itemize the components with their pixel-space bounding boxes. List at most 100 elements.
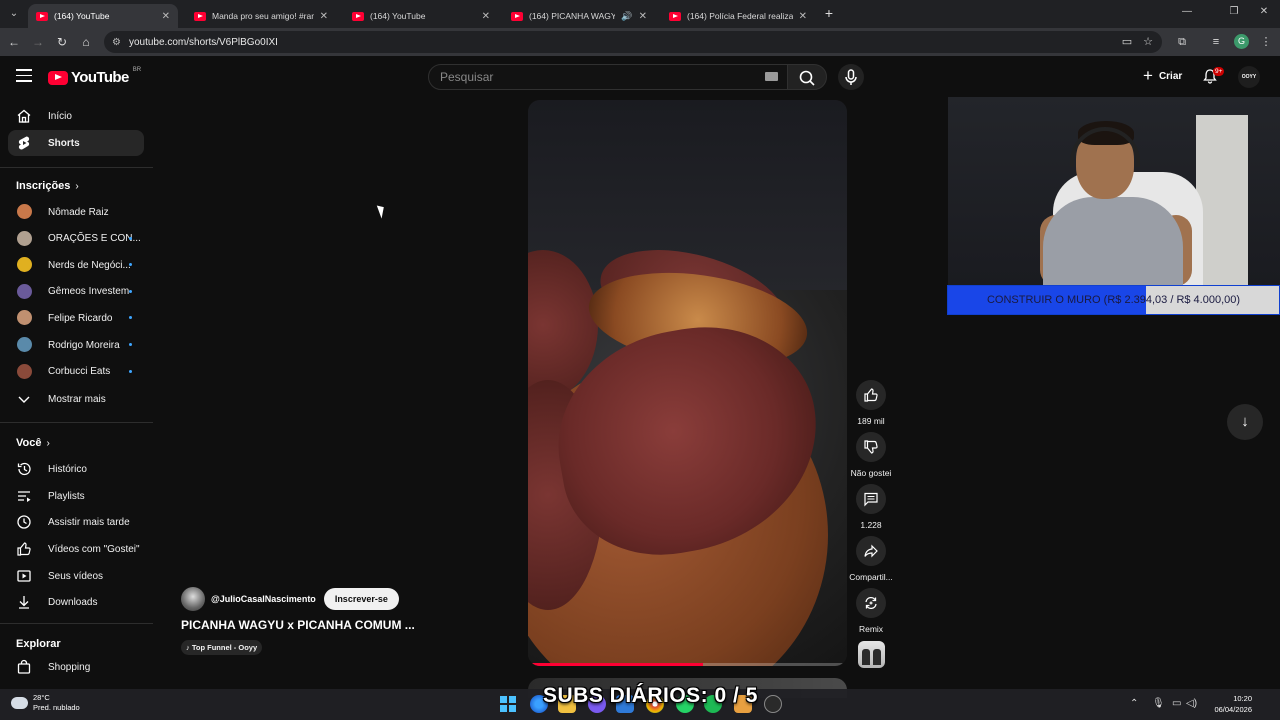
chevron-down-icon (18, 396, 30, 403)
subscribe-button[interactable]: Inscrever-se (323, 588, 399, 610)
sidebar-item-subscription[interactable]: Nômade Raiz (8, 199, 144, 225)
video-progress-bar[interactable] (528, 663, 847, 666)
sidebar-item-home[interactable]: Início (8, 103, 144, 129)
short-video-player[interactable] (528, 100, 847, 666)
new-tab-button[interactable]: + (821, 5, 837, 21)
watch-later-icon (17, 515, 31, 529)
chrome-menu-icon[interactable]: ⋮ (1258, 34, 1274, 50)
sidebar-item-subscription[interactable]: Rodrigo Moreira (8, 332, 144, 358)
browser-tab[interactable]: (164) Polícia Federal realiza ope ✕ (661, 4, 815, 28)
short-title[interactable]: PICANHA WAGYU x PICANHA COMUM ... (181, 618, 415, 632)
voice-search-button[interactable] (838, 64, 864, 90)
tab-close-icon[interactable]: ✕ (639, 11, 647, 22)
weather-widget[interactable]: 28°C Pred. nublado (11, 692, 80, 713)
youtube-logo-text: YouTube (71, 69, 129, 86)
menu-icon[interactable] (16, 69, 32, 83)
address-bar[interactable]: ⚙ youtube.com/shorts/V6PlBGo0IXI (104, 31, 1162, 53)
share-button[interactable] (856, 536, 886, 566)
bookmark-star-icon[interactable]: ☆ (1140, 34, 1156, 50)
browser-tab[interactable]: Manda pro seu amigo! #ram #c ✕ (186, 4, 336, 28)
sound-name: Top Funnel - Ooyy (191, 643, 258, 652)
dislike-button[interactable] (856, 432, 886, 462)
tab-close-icon[interactable]: ✕ (799, 11, 807, 22)
keyboard-icon[interactable] (765, 72, 778, 81)
forward-icon[interactable]: → (30, 34, 46, 50)
youtube-logo[interactable]: YouTube BR (48, 67, 142, 86)
extensions-icon[interactable]: ⧉ (1174, 34, 1190, 50)
subscriptions-heading[interactable]: Inscrições › (16, 180, 79, 192)
tab-search-icon[interactable]: ⌄ (6, 6, 22, 22)
back-icon[interactable]: ← (6, 34, 22, 50)
browser-tab[interactable]: (164) YouTube ✕ (28, 4, 178, 28)
channel-name[interactable]: @JulioCasalNascimento (211, 594, 316, 604)
tab-title: (164) YouTube (370, 11, 426, 21)
sidebar-item-downloads[interactable]: Downloads (8, 589, 144, 615)
next-short-button[interactable]: ↓ (1227, 404, 1263, 440)
notification-badge: 9+ (1213, 67, 1225, 76)
reload-icon[interactable]: ↻ (54, 34, 70, 50)
browser-tab[interactable]: (164) YouTube ✕ (344, 4, 498, 28)
close-window-icon[interactable]: ✕ (1257, 6, 1271, 17)
mouse-cursor (376, 203, 388, 219)
browser-tab[interactable]: (164) PICANHA WAGYU x P 🔊 ✕ (503, 4, 655, 28)
sidebar-item-label: ORAÇÕES E CON... (48, 233, 141, 245)
tray-network-icon[interactable]: ▭ (1172, 698, 1181, 709)
obs-icon[interactable] (764, 695, 782, 713)
minimize-icon[interactable]: — (1180, 6, 1194, 17)
comments-button[interactable] (856, 484, 886, 514)
show-more-button[interactable]: Mostrar mais (8, 386, 144, 412)
sound-thumbnail[interactable] (858, 641, 885, 668)
sidebar-item-playlists[interactable]: Playlists (8, 483, 144, 509)
sidebar-item-your-videos[interactable]: Seus vídeos (8, 563, 144, 589)
channel-avatar (17, 257, 32, 273)
media-controls-icon[interactable]: ≡ (1208, 34, 1224, 50)
create-button[interactable]: + Criar (1135, 64, 1193, 88)
tray-mic-icon[interactable]: 🎙 (1152, 698, 1165, 709)
sidebar-item-shorts[interactable]: Shorts (8, 130, 144, 156)
comment-icon (864, 492, 878, 507)
search-button[interactable] (787, 64, 827, 90)
restore-icon[interactable]: ❐ (1227, 6, 1241, 17)
sidebar-item-label: Downloads (48, 596, 98, 608)
cast-icon[interactable]: ▭ (1119, 34, 1135, 50)
sidebar-item-subscription[interactable]: Felipe Ricardo (8, 305, 144, 331)
weather-temp: 28°C (33, 693, 50, 702)
channel-avatar[interactable] (181, 587, 205, 611)
daily-subs-counter: SUBS DIÁRIOS: 0 / 5 (543, 684, 758, 707)
weather-text: 28°C Pred. nublado (33, 693, 80, 713)
sidebar-item-subscription[interactable]: Corbucci Eats (8, 359, 144, 385)
home-button-icon[interactable]: ⌂ (78, 34, 94, 50)
sidebar-item-subscription[interactable]: ORAÇÕES E CON... (8, 226, 144, 252)
sidebar-item-liked-videos[interactable]: Vídeos com "Gostei" (8, 536, 144, 562)
remix-button[interactable] (856, 588, 886, 618)
new-content-dot (129, 369, 132, 373)
search-input[interactable]: Pesquisar (428, 64, 788, 90)
tray-volume-icon[interactable]: ◁) (1186, 698, 1197, 709)
tab-title: Manda pro seu amigo! #ram #c (212, 11, 314, 21)
sidebar-item-label: Rodrigo Moreira (48, 339, 120, 351)
chrome-profile-avatar[interactable]: G (1234, 34, 1249, 49)
tab-close-icon[interactable]: ✕ (482, 11, 490, 22)
country-code: BR (132, 67, 142, 73)
sidebar-item-shopping[interactable]: Shopping (8, 654, 144, 680)
tab-close-icon[interactable]: ✕ (162, 11, 170, 22)
taskbar-clock[interactable]: 10:20 06/04/2026 (1204, 693, 1252, 715)
windows-start-icon[interactable] (500, 696, 516, 712)
speaker-icon[interactable]: 🔊 (621, 11, 632, 22)
site-info-icon[interactable]: ⚙ (112, 37, 121, 48)
tab-close-icon[interactable]: ✕ (320, 11, 328, 22)
sidebar-item-history[interactable]: Histórico (8, 456, 144, 482)
you-heading[interactable]: Você › (16, 437, 50, 449)
sidebar-item-subscription[interactable]: Nerds de Negóci... (8, 252, 144, 278)
sidebar-item-watch-later[interactable]: Assistir mais tarde (8, 509, 144, 535)
browser-toolbar: ← → ↻ ⌂ ⚙ youtube.com/shorts/V6PlBGo0IXI… (0, 28, 1280, 56)
sidebar-item-subscription[interactable]: Gêmeos Investem (8, 279, 144, 305)
like-button[interactable] (856, 380, 886, 410)
sidebar-item-label: Histórico (48, 463, 87, 475)
clock-time: 10:20 (1233, 694, 1252, 703)
new-content-dot (129, 263, 132, 267)
sound-chip[interactable]: ♪ Top Funnel - Ooyy (181, 640, 263, 655)
account-avatar[interactable]: OOYY (1238, 66, 1260, 88)
channel-avatar (17, 283, 32, 299)
tray-chevron-icon[interactable]: ⌃ (1130, 698, 1138, 709)
